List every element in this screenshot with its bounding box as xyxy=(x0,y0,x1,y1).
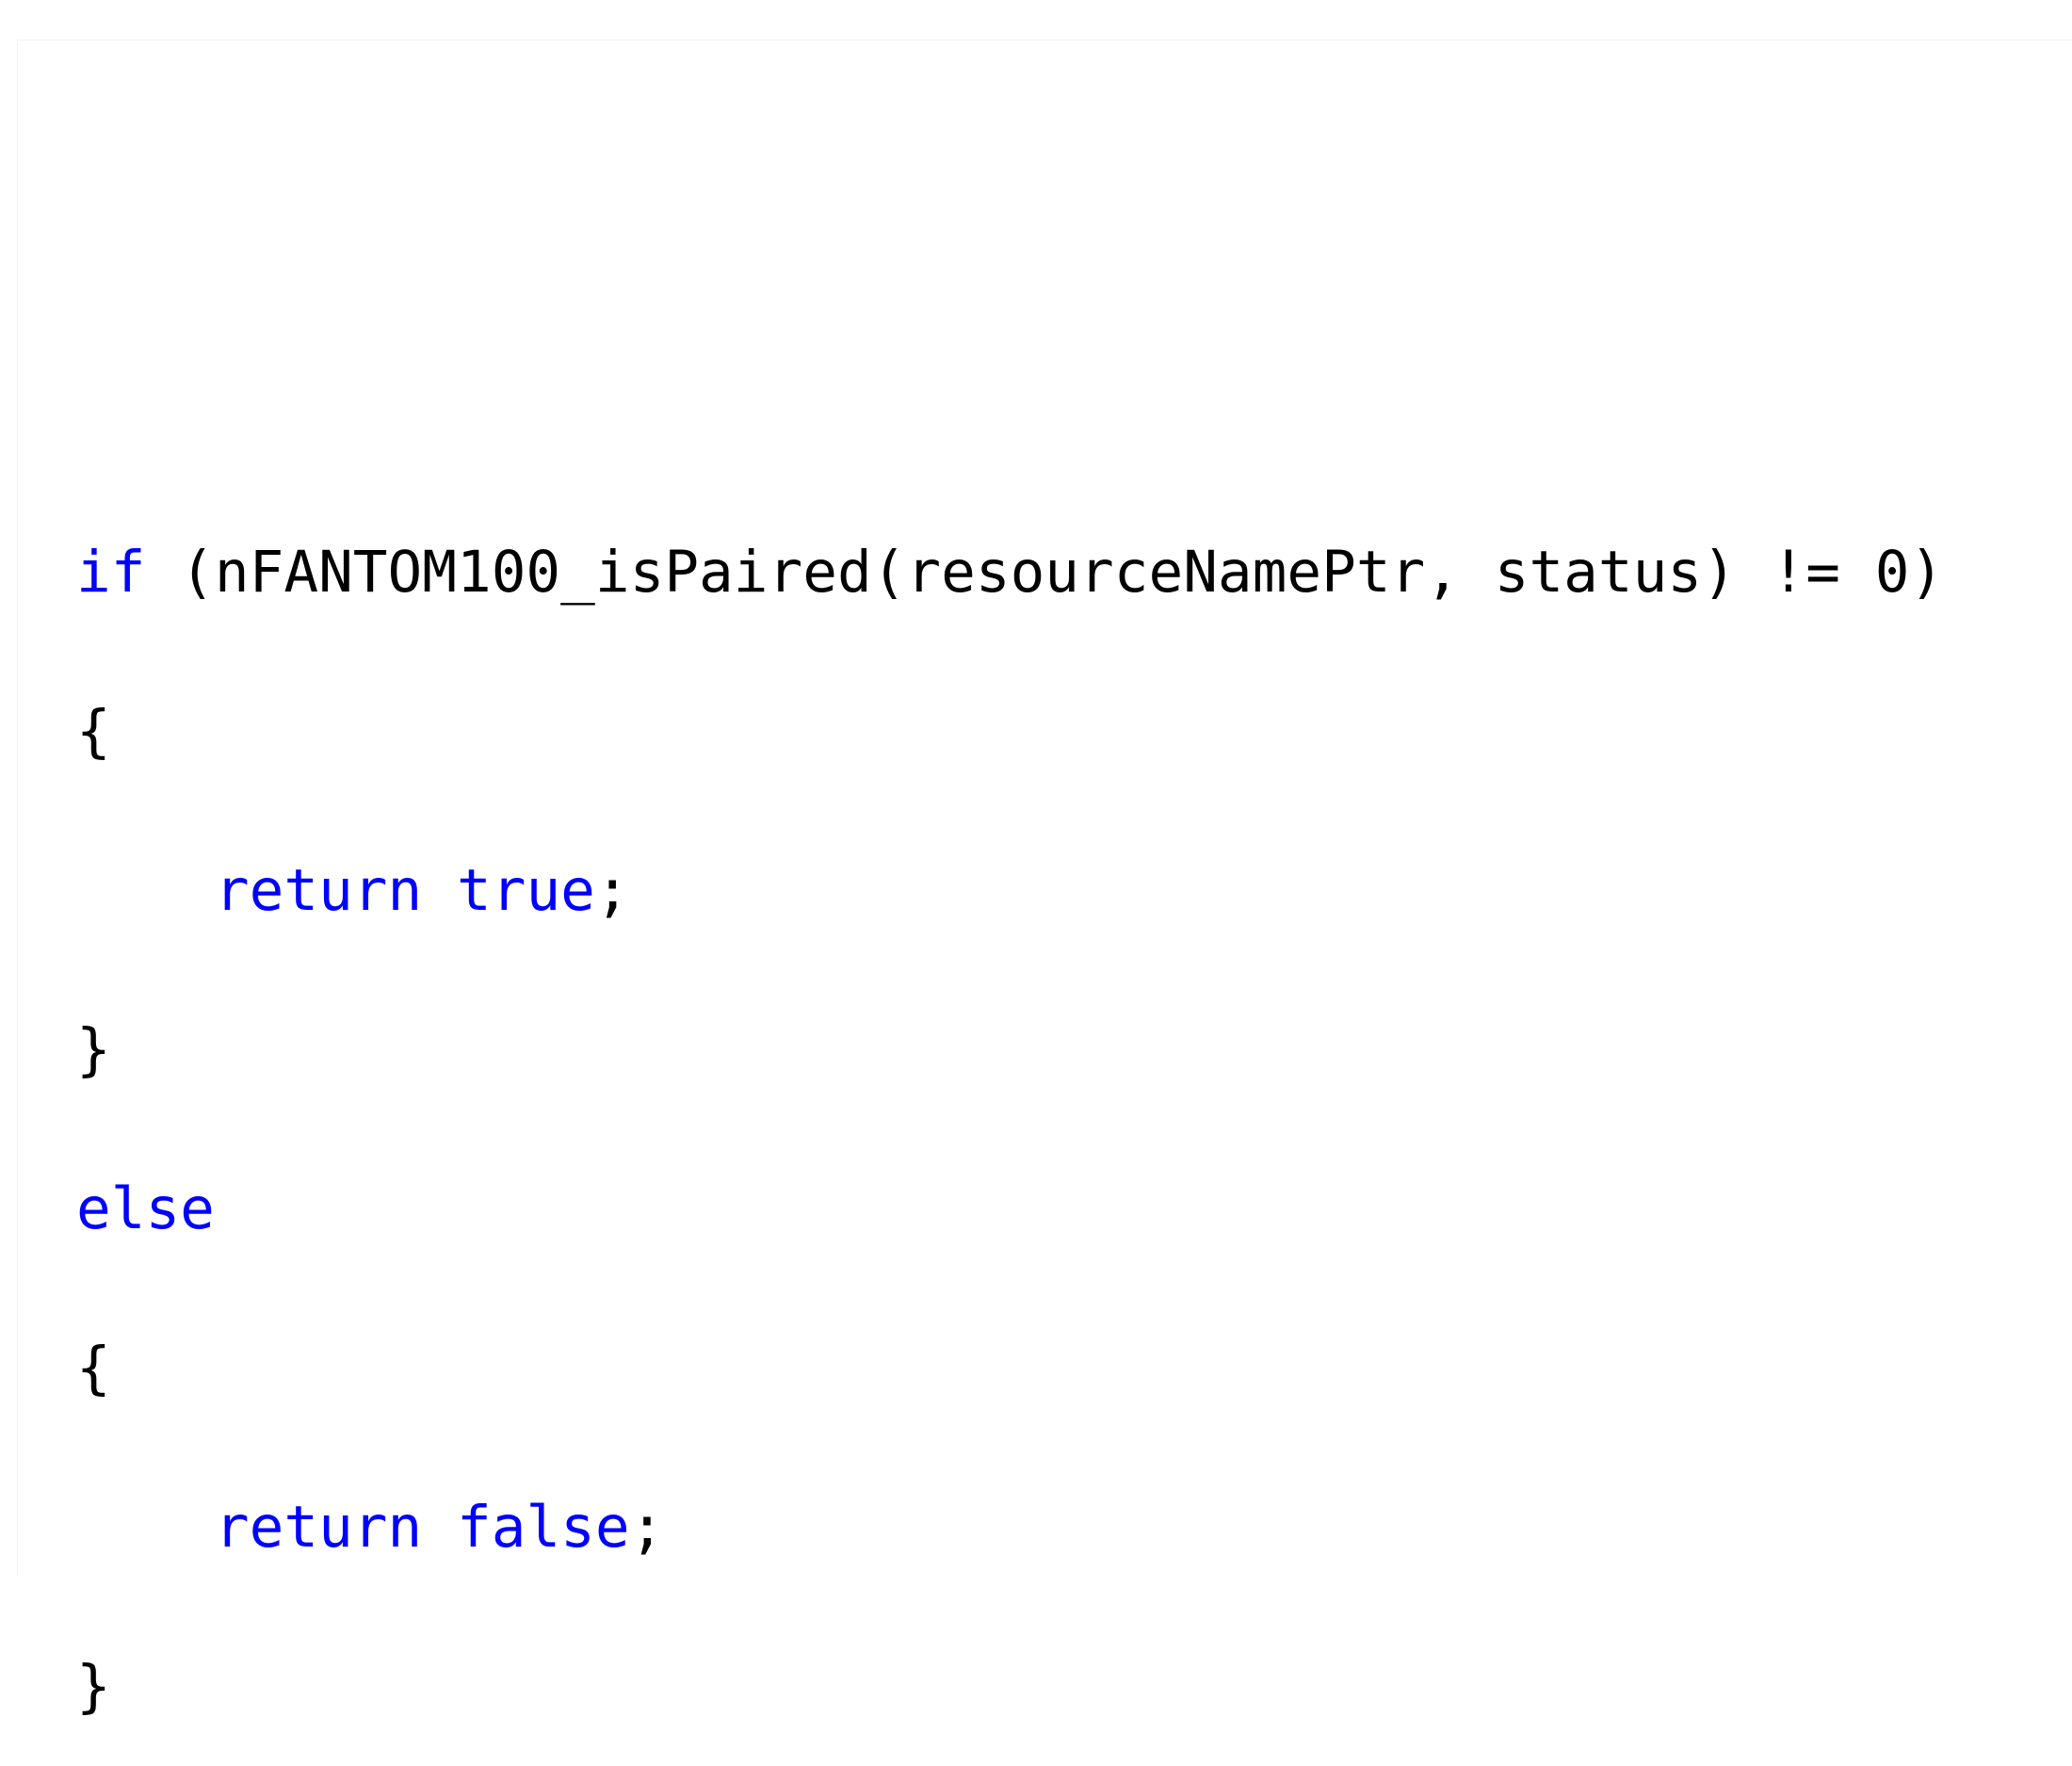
keyword-token: return xyxy=(214,857,423,924)
keyword-token: true xyxy=(457,857,595,924)
open-brace-token: { xyxy=(76,698,111,765)
code-token: (nFANTOM100_isPaired(resourceNamePtr, st… xyxy=(145,539,1945,606)
code-line: return true; xyxy=(76,811,1944,970)
code-line: } xyxy=(76,1607,1944,1766)
code-line: { xyxy=(76,652,1944,811)
keyword-token: if xyxy=(76,539,146,606)
code-line: } xyxy=(76,970,1944,1129)
code-line: if (nFANTOM100_isPaired(resourceNamePtr,… xyxy=(76,493,1944,652)
keyword-token: return xyxy=(214,1494,423,1561)
semicolon-token: ; xyxy=(594,857,630,924)
code-line: { xyxy=(76,1288,1944,1448)
code-line: return false; xyxy=(76,1448,1944,1607)
code-editor-pane[interactable]: if (nFANTOM100_isPaired(resourceNamePtr,… xyxy=(17,40,2072,1720)
code-block: if (nFANTOM100_isPaired(resourceNamePtr,… xyxy=(76,493,1944,1766)
close-brace-token: } xyxy=(76,1653,111,1720)
keyword-token: else xyxy=(76,1175,215,1242)
semicolon-token: ; xyxy=(629,1494,665,1561)
code-line: else xyxy=(76,1129,1944,1288)
close-brace-token: } xyxy=(76,1016,111,1083)
open-brace-token: { xyxy=(76,1335,111,1401)
keyword-token: false xyxy=(457,1494,630,1561)
